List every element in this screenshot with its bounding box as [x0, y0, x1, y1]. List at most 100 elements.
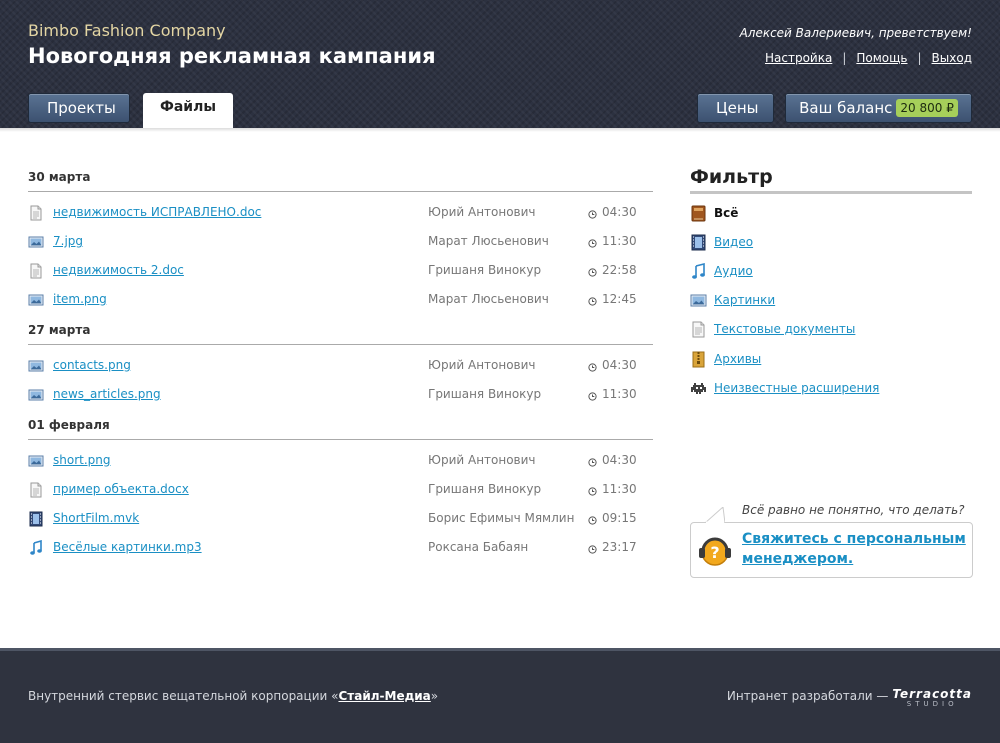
settings-link[interactable]: Настройка: [765, 51, 832, 65]
footer-text-end: »: [430, 689, 439, 703]
image-icon: [690, 292, 707, 309]
developer-credits: Интранет разработали — Terracotta STUDIO: [726, 688, 972, 708]
file-author: Юрий Антонович: [428, 205, 536, 219]
help-question: Всё равно не понятно, что делать?: [742, 503, 965, 517]
prices-button[interactable]: Цены: [697, 93, 774, 123]
logout-link[interactable]: Выход: [932, 51, 972, 65]
file-author: Гришаня Винокур: [428, 387, 542, 401]
book-icon: [690, 205, 707, 222]
file-time: 04:30: [602, 453, 637, 467]
clock-icon: [588, 543, 597, 554]
image-icon: [28, 387, 44, 403]
file-author: Гришаня Винокур: [428, 482, 542, 496]
filter-item-label[interactable]: Видео: [714, 235, 753, 249]
file-link[interactable]: short.png: [53, 453, 111, 467]
image-icon: [28, 234, 44, 250]
file-time: 11:30: [602, 482, 637, 496]
filter-item-label: Всё: [714, 206, 739, 220]
image-icon: [28, 358, 44, 374]
clock-icon: [588, 208, 597, 219]
filter-item-label[interactable]: Картинки: [714, 293, 775, 307]
clock-icon: [588, 456, 597, 467]
file-link[interactable]: news_articles.png: [53, 387, 161, 401]
file-time: 12:45: [602, 292, 637, 306]
date-group-heading: 27 марта: [28, 323, 653, 345]
balance-badge: 20 800 ₽: [896, 99, 958, 117]
footer-credits: Внутренний стервис вещательной корпораци…: [28, 689, 438, 703]
support-headset-icon: ?: [699, 537, 731, 566]
file-link[interactable]: ShortFilm.mvk: [53, 511, 139, 525]
file-author: Роксана Бабаян: [428, 540, 529, 554]
filter-item-label[interactable]: Текстовые документы: [714, 322, 855, 336]
music-note-icon: [690, 262, 707, 280]
tab-files[interactable]: Файлы: [143, 93, 233, 132]
svg-text:?: ?: [710, 543, 719, 562]
projects-button[interactable]: Проекты: [28, 93, 130, 123]
clock-icon: [588, 390, 597, 401]
user-links: Настройка | Помощь | Выход: [765, 51, 972, 65]
page-title: Новогодняя рекламная кампания: [28, 44, 436, 68]
document-icon: [690, 321, 707, 338]
link-separator: |: [842, 51, 847, 65]
speech-tail-icon: [705, 507, 725, 523]
file-row: contacts.png Юрий Антонович 04:30: [28, 357, 653, 375]
filter-item-label[interactable]: Аудио: [714, 264, 753, 278]
link-separator: |: [917, 51, 922, 65]
file-row: недвижимость 2.doc Гришаня Винокур 22:58: [28, 262, 653, 280]
file-row: item.png Марат Люсьенович 12:45: [28, 291, 653, 309]
file-row: пример объекта.docx Гришаня Винокур 11:30: [28, 481, 653, 499]
date-group-heading: 01 февраля: [28, 418, 653, 440]
file-time: 09:15: [602, 511, 637, 525]
clock-icon: [588, 237, 597, 248]
file-link[interactable]: пример объекта.docx: [53, 482, 189, 496]
file-link[interactable]: contacts.png: [53, 358, 131, 372]
filter-title: Фильтр: [690, 166, 972, 194]
document-icon: [28, 205, 44, 221]
file-link[interactable]: item.png: [53, 292, 107, 306]
help-link[interactable]: Помощь: [856, 51, 907, 65]
file-link[interactable]: недвижимость ИСПРАВЛЕНО.doc: [53, 205, 261, 219]
header-divider: [0, 128, 1000, 132]
file-author: Юрий Антонович: [428, 358, 536, 372]
file-author: Марат Люсьенович: [428, 292, 549, 306]
image-icon: [28, 292, 44, 308]
file-time: 11:30: [602, 234, 637, 248]
file-link[interactable]: 7.jpg: [53, 234, 83, 248]
image-icon: [28, 453, 44, 469]
footer: Внутренний стервис вещательной корпораци…: [0, 648, 1000, 743]
style-media-link[interactable]: Стайл-Медиа: [338, 689, 430, 703]
file-row: ShortFilm.mvk Борис Ефимыч Мямлин 09:15: [28, 510, 653, 528]
clock-icon: [588, 361, 597, 372]
file-time: 04:30: [602, 205, 637, 219]
footer-text: Внутренний стервис вещательной корпораци…: [28, 689, 339, 703]
balance-button[interactable]: Ваш баланс 20 800 ₽: [785, 93, 972, 123]
file-author: Марат Люсьенович: [428, 234, 549, 248]
terracotta-studio-logo[interactable]: Terracotta STUDIO: [892, 688, 972, 708]
file-row: недвижимость ИСПРАВЛЕНО.doc Юрий Антонови…: [28, 204, 653, 222]
user-greeting: Алексей Валериевич, преветствуем!: [739, 26, 972, 40]
file-link[interactable]: недвижимость 2.doc: [53, 263, 184, 277]
clock-icon: [588, 266, 597, 277]
contact-manager-link[interactable]: Свяжитесь с персональным менеджером.: [742, 529, 967, 569]
file-author: Гришаня Винокур: [428, 263, 542, 277]
developer-text: Интранет разработали —: [726, 689, 889, 703]
file-time: 22:58: [602, 263, 637, 277]
file-row: short.png Юрий Антонович 04:30: [28, 452, 653, 470]
clock-icon: [588, 514, 597, 525]
file-row: Весёлые картинки.mp3 Роксана Бабаян 23:17: [28, 539, 653, 557]
file-time: 04:30: [602, 358, 637, 372]
clock-icon: [588, 485, 597, 496]
document-icon: [28, 482, 44, 498]
filter-item-label[interactable]: Архивы: [714, 352, 761, 366]
file-time: 11:30: [602, 387, 637, 401]
file-row: news_articles.png Гришаня Винокур 11:30: [28, 386, 653, 404]
archive-icon: [690, 351, 707, 368]
film-icon: [28, 511, 44, 527]
company-name: Bimbo Fashion Company: [28, 21, 226, 40]
film-icon: [690, 234, 707, 251]
clock-icon: [588, 295, 597, 306]
document-icon: [28, 263, 44, 279]
filter-item-label[interactable]: Неизвестные расширения: [714, 381, 879, 395]
space-invader-icon: [690, 380, 707, 397]
file-link[interactable]: Весёлые картинки.mp3: [53, 540, 202, 554]
